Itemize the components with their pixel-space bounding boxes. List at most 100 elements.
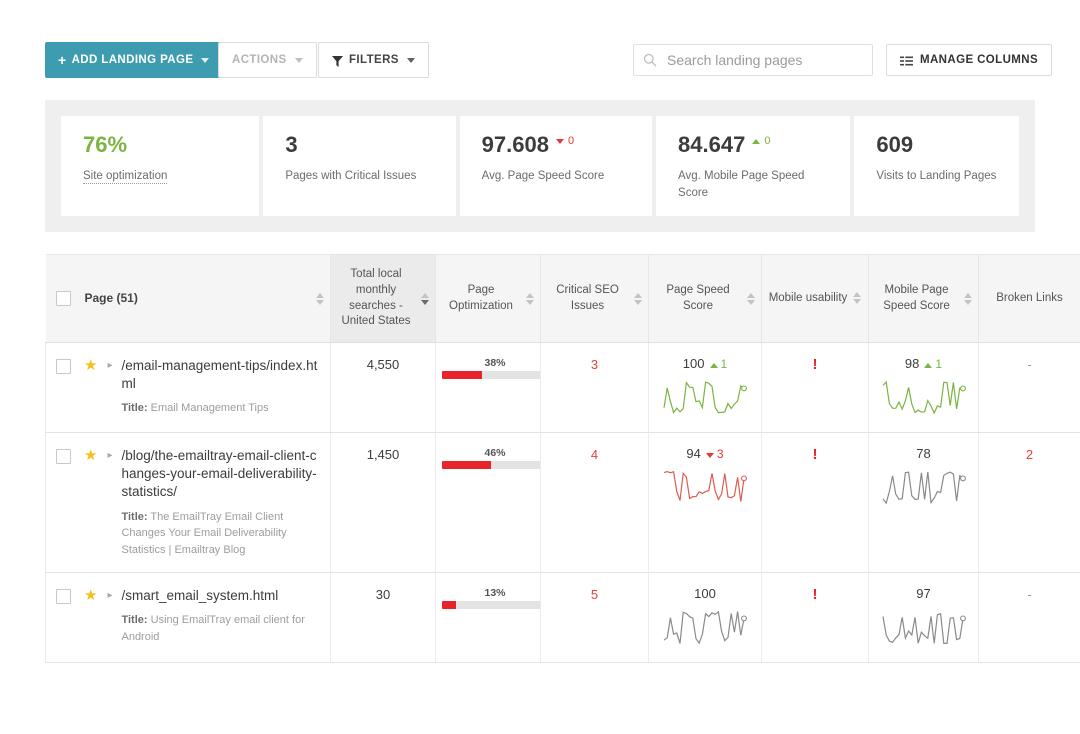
column-header[interactable]: Mobile usability: [761, 254, 869, 343]
page-url-link[interactable]: /blog/the-emailtray-email-client-changes…: [121, 448, 316, 499]
manage-columns-button[interactable]: MANAGE COLUMNS: [886, 44, 1053, 76]
search-box[interactable]: [633, 44, 873, 76]
stat-value: 3: [285, 132, 298, 157]
chevron-down-icon: [406, 57, 415, 63]
landing-pages-table: Page (51) Total local monthly searches - …: [45, 254, 1080, 664]
chevron-right-icon[interactable]: ▸: [107, 590, 112, 601]
column-header[interactable]: Page Optimization: [435, 254, 541, 343]
chevron-down-icon: [201, 57, 210, 63]
manage-columns-label: MANAGE COLUMNS: [920, 54, 1039, 66]
optimization-progress-bar: [442, 371, 548, 379]
row-checkbox[interactable]: [56, 449, 71, 464]
page-speed-cell: 100: [648, 572, 762, 664]
stat-value: 76%: [83, 132, 128, 157]
stat-delta: 0: [555, 131, 575, 149]
broken-links-value: -: [1027, 357, 1032, 372]
mobile-speed-value: 97: [916, 586, 931, 602]
page-url-link[interactable]: /smart_email_system.html: [121, 588, 278, 603]
page-title-text: Title: The EmailTray Email Client Change…: [121, 510, 287, 556]
sort-toggle-icon[interactable]: [316, 292, 324, 305]
page-speed-value: 100: [682, 356, 705, 371]
sort-toggle-icon[interactable]: [747, 292, 755, 305]
table-row[interactable]: ★ ▸ /blog/the-emailtray-email-client-chang…: [45, 432, 1080, 574]
row-checkbox[interactable]: [56, 589, 71, 605]
stat-card: 609 Visits to Landing Pages: [854, 116, 1019, 216]
column-header[interactable]: Page (51): [45, 254, 331, 343]
table-row[interactable]: ★ ▸ /smart_email_system.html Title: Using E…: [45, 572, 1080, 664]
stat-label: Pages with Critical Issues: [285, 170, 417, 182]
add-landing-page-label: ADD LANDING PAGE: [71, 54, 194, 66]
sparkline-chart: [663, 380, 747, 414]
optimization-cell: 13%: [435, 572, 548, 664]
actions-button[interactable]: ACTIONS: [218, 42, 317, 78]
sort-toggle-icon[interactable]: [526, 292, 534, 305]
warning-icon[interactable]: !: [813, 356, 818, 373]
optimization-percent: 46%: [484, 447, 506, 459]
filters-button[interactable]: FILTERS: [318, 42, 429, 78]
page-speed-value: 94: [686, 446, 701, 461]
warning-icon[interactable]: !: [813, 446, 818, 463]
broken-links-cell: 2: [978, 432, 1080, 574]
sort-toggle-icon[interactable]: [853, 292, 862, 305]
stat-label: Visits to Landing Pages: [876, 170, 997, 182]
column-header[interactable]: Mobile Page Speed Score: [868, 254, 979, 343]
optimization-cell: 38%: [435, 342, 548, 433]
column-header[interactable]: Total local monthly searches - United St…: [330, 254, 436, 343]
stat-delta-value: 0: [567, 135, 575, 147]
page-cell: ★ ▸ /blog/the-emailtray-email-client-chang…: [45, 432, 331, 574]
page-title-text: Title: Email Management Tips: [121, 402, 269, 415]
search-input[interactable]: [665, 51, 863, 69]
sort-toggle-icon[interactable]: [634, 292, 642, 305]
mobile-speed-value: 98: [904, 356, 920, 371]
column-header-label: Page Speed Score: [666, 283, 730, 312]
critical-issues-value[interactable]: 5: [591, 587, 598, 602]
page-url-link[interactable]: /email-management-tips/index.html: [121, 358, 317, 391]
critical-issues-value[interactable]: 4: [591, 447, 598, 462]
critical-issues-cell: 4: [540, 432, 649, 574]
select-all-checkbox[interactable]: [55, 291, 71, 306]
critical-issues-value[interactable]: 3: [591, 357, 598, 372]
stat-label[interactable]: Site optimization: [83, 170, 168, 184]
chevron-right-icon[interactable]: ▸: [107, 450, 112, 461]
column-header-label: Critical SEO Issues: [556, 283, 619, 312]
chevron-down-icon: [294, 57, 303, 63]
sparkline-chart: [881, 613, 966, 645]
mobile-speed-cell: 98 1: [868, 342, 979, 433]
table-row[interactable]: ★ ▸ /email-management-tips/index.html Title…: [45, 342, 1080, 433]
critical-issues-cell: 3: [540, 342, 649, 433]
filters-label: FILTERS: [349, 54, 399, 66]
column-header-label: Page Optimization: [449, 283, 513, 312]
sort-toggle-icon[interactable]: [964, 292, 972, 305]
arrow-down-icon: [555, 139, 564, 144]
stat-label: Avg. Mobile Page Speed Score: [678, 170, 805, 199]
searches-value: 30: [375, 587, 391, 603]
stat-value: 97.608: [481, 132, 549, 157]
warning-icon[interactable]: !: [813, 586, 818, 603]
searches-cell: 30: [330, 572, 436, 664]
stat-card: 76% Site optimization: [61, 116, 260, 216]
broken-links-value: -: [1027, 587, 1032, 603]
column-header: Broken Links: [978, 254, 1080, 343]
sparkline-chart: [882, 380, 966, 415]
page-speed-cell: 94 3: [648, 432, 762, 574]
column-header[interactable]: Page Speed Score: [648, 254, 762, 343]
star-icon[interactable]: ★: [84, 358, 97, 373]
stat-card: 84.647 0 Avg. Mobile Page Speed Score: [656, 116, 851, 216]
star-icon[interactable]: ★: [84, 448, 97, 463]
column-header-label: Mobile Page Speed Score: [883, 283, 950, 312]
stat-label-wrap: Site optimization: [83, 168, 233, 185]
row-checkbox[interactable]: [56, 359, 71, 374]
stat-label: Avg. Page Speed Score: [481, 170, 605, 182]
toolbar: + ADD LANDING PAGE ACTIONS FILTERS Searc…: [0, 0, 1080, 96]
sort-toggle-icon[interactable]: [421, 292, 429, 305]
column-header[interactable]: Critical SEO Issues: [540, 254, 649, 343]
stat-card: 97.608 0 Avg. Page Speed Score: [459, 116, 653, 216]
page-cell: ★ ▸ /email-management-tips/index.html Title…: [45, 342, 331, 433]
searches-value: 1,450: [366, 447, 400, 462]
chevron-right-icon[interactable]: ▸: [107, 360, 112, 371]
star-icon[interactable]: ★: [84, 588, 97, 603]
table-header: Page (51) Total local monthly searches - …: [45, 254, 1080, 343]
broken-links-cell: -: [978, 572, 1080, 664]
add-landing-page-button[interactable]: + ADD LANDING PAGE: [45, 42, 224, 78]
mobile-usability-cell: !: [761, 572, 869, 664]
